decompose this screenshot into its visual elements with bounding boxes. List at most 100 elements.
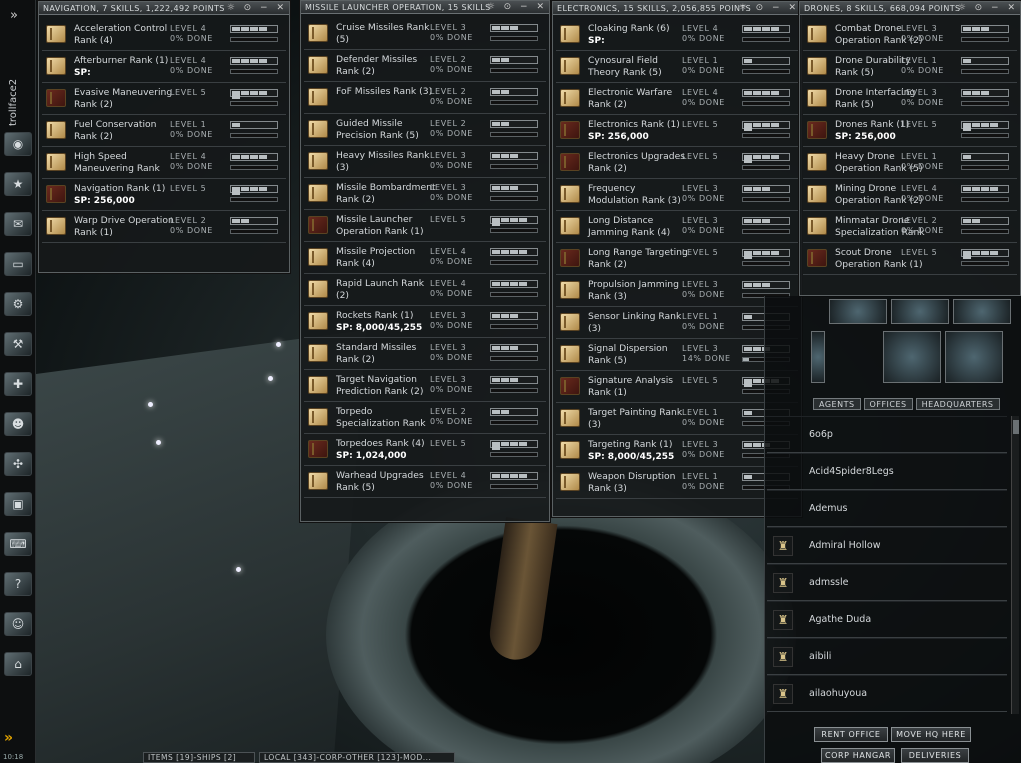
calculator-icon[interactable]: ⌨	[4, 532, 32, 556]
skill-row[interactable]: Targeting Rank (1) SP: 8,000/45,255 LEVEL …	[556, 435, 798, 467]
map-icon[interactable]: ✚	[4, 372, 32, 396]
skill-row[interactable]: Long Distance Jamming Rank (4) LEVEL 3 0% …	[556, 211, 798, 243]
skill-row[interactable]: Cloaking Rank (6) SP: LEVEL 4 0% DONE	[556, 19, 798, 51]
skill-row[interactable]: Heavy Missiles Rank (3) LEVEL 3 0% DONE	[304, 146, 546, 178]
skills-icon[interactable]: ✣	[4, 452, 32, 476]
menu-arrow-icon[interactable]: »	[4, 730, 13, 746]
service-button[interactable]	[811, 331, 825, 383]
skill-row[interactable]: Fuel Conservation Rank (2) LEVEL 1 0% DONE	[42, 115, 286, 147]
agent-list-item[interactable]: ♜ ailaohuyoua	[767, 675, 1007, 712]
skill-row[interactable]: Frequency Modulation Rank (3) LEVEL 3 0% D…	[556, 179, 798, 211]
skill-row[interactable]: Navigation Rank (1) SP: 256,000 LEVEL 5	[42, 179, 286, 211]
station-icon[interactable]: ⌂	[4, 652, 32, 676]
scrollbar-thumb[interactable]	[1013, 420, 1019, 434]
drones-skills-window[interactable]: DRONES, 8 SKILLS, 668,094 POINTS ☼ ⊙ − ✕ …	[799, 1, 1021, 296]
mail-icon[interactable]: ✉	[4, 212, 32, 236]
skill-row[interactable]: Rockets Rank (1) SP: 8,000/45,255 LEVEL 30…	[304, 306, 546, 338]
skill-row[interactable]: Signal Dispersion Rank (5) LEVEL 3 14% DON…	[556, 339, 798, 371]
items-tab[interactable]: ITEMS [19]-SHIPS [2]	[143, 752, 255, 763]
service-button[interactable]	[891, 299, 949, 324]
agent-icon[interactable]: ☺	[4, 612, 32, 636]
level-segment	[771, 187, 779, 191]
navigation-skills-window[interactable]: NAVIGATION, 7 SKILLS, 1,222,492 POINTS ☼ …	[38, 1, 290, 273]
move-hq-button[interactable]: MOVE HQ HERE	[891, 727, 971, 742]
skill-row[interactable]: Cruise Missiles Rank (5) LEVEL 3 0% DONE	[304, 18, 546, 50]
level-segment	[241, 155, 249, 159]
agent-list-item[interactable]: ♜ Admiral Hollow	[767, 527, 1007, 564]
agent-list-item[interactable]: ♜ aibili	[767, 638, 1007, 675]
skill-row[interactable]: Electronics Rank (1) SP: 256,000 LEVEL 5	[556, 115, 798, 147]
skill-row[interactable]: Combat Drone Operation Rank (2) LEVEL 3 0%…	[803, 19, 1017, 51]
skill-row[interactable]: Heavy Drone Operation Rank (5) LEVEL 1 0% …	[803, 147, 1017, 179]
help-icon[interactable]: ?	[4, 572, 32, 596]
skill-row[interactable]: Missile Projection Rank (4) LEVEL 4 0% DON…	[304, 242, 546, 274]
skill-row[interactable]: Scout Drone Operation Rank (1) LEVEL 5	[803, 243, 1017, 275]
rent-office-button[interactable]: RENT OFFICE	[814, 727, 888, 742]
skill-row[interactable]: Target Painting Rank (3) LEVEL 1 0% DONE	[556, 403, 798, 435]
skill-row[interactable]: Weapon Disruption Rank (3) LEVEL 1 0% DONE	[556, 467, 798, 499]
skill-row[interactable]: Rapid Launch Rank (2) LEVEL 4 0% DONE	[304, 274, 546, 306]
market-icon[interactable]: ⚙	[4, 292, 32, 316]
skill-row[interactable]: Cynosural Field Theory Rank (5) LEVEL 1 0%…	[556, 51, 798, 83]
deliveries-button[interactable]: DELIVERIES	[901, 748, 969, 763]
skill-row[interactable]: Afterburner Rank (1) SP: LEVEL 4 0% DONE	[42, 51, 286, 83]
skill-row[interactable]: Defender Missiles Rank (2) LEVEL 2 0% DONE	[304, 50, 546, 82]
character-name[interactable]: trollface2	[8, 79, 26, 126]
agent-list-item[interactable]: ♜ Agathe Duda	[767, 601, 1007, 638]
tab-agents[interactable]: AGENTS	[813, 398, 861, 410]
skill-row[interactable]: Long Range Targeting Rank (2) LEVEL 5	[556, 243, 798, 275]
skill-row[interactable]: Warp Drive Operation Rank (1) LEVEL 2 0% D…	[42, 211, 286, 243]
agent-list-item[interactable]: 6o6p	[767, 416, 1007, 453]
skill-row[interactable]: Torpedo Specialization Rank LEVEL 2 0% DON…	[304, 402, 546, 434]
skill-row[interactable]: Missile Bombardment Rank (2) LEVEL 3 0% DO…	[304, 178, 546, 210]
skill-row[interactable]: Electronic Warfare Rank (2) LEVEL 4 0% DON…	[556, 83, 798, 115]
skill-row[interactable]: Standard Missiles Rank (2) LEVEL 3 0% DONE	[304, 338, 546, 370]
level-segment	[963, 191, 971, 195]
skill-row[interactable]: Acceleration Control Rank (4) LEVEL 4 0% D…	[42, 19, 286, 51]
people-icon[interactable]: ☻	[4, 412, 32, 436]
eye-icon[interactable]: ◉	[4, 132, 32, 156]
skill-row[interactable]: Signature Analysis Rank (1) LEVEL 5	[556, 371, 798, 403]
agent-list-item[interactable]: Acid4Spider8Legs	[767, 453, 1007, 490]
cargo-icon[interactable]: ▣	[4, 492, 32, 516]
skill-name: Torpedo Specialization Rank	[336, 406, 436, 430]
notepad-icon[interactable]: ▭	[4, 252, 32, 276]
service-button[interactable]	[829, 299, 887, 324]
skill-row[interactable]: Evasive Maneuvering Rank (2) LEVEL 5	[42, 83, 286, 115]
window-controls[interactable]: ☼ ⊙ − ✕	[739, 2, 799, 14]
skill-row[interactable]: Guided Missile Precision Rank (5) LEVEL 2…	[304, 114, 546, 146]
skill-row[interactable]: Missile Launcher Operation Rank (1) LEVEL…	[304, 210, 546, 242]
missile-skills-window[interactable]: MISSILE LAUNCHER OPERATION, 15 SKILLS ☼ ⊙…	[300, 0, 550, 522]
station-light	[276, 342, 281, 347]
level-segment	[510, 282, 518, 286]
skill-row[interactable]: High Speed Maneuvering Rank LEVEL 4 0% DON…	[42, 147, 286, 179]
skill-row[interactable]: Torpedoes Rank (4) SP: 1,024,000 LEVEL 5	[304, 434, 546, 466]
skill-row[interactable]: Propulsion Jamming Rank (3) LEVEL 3 0% DON…	[556, 275, 798, 307]
window-controls[interactable]: ☼ ⊙ − ✕	[487, 1, 547, 13]
agent-list-item[interactable]: Ademus	[767, 490, 1007, 527]
tab-offices[interactable]: OFFICES	[863, 398, 913, 410]
local-chat-tab[interactable]: LOCAL [343]-CORP-OTHER [123]-MOD...	[259, 752, 455, 763]
skill-row[interactable]: Warhead Upgrades Rank (5) LEVEL 4 0% DONE	[304, 466, 546, 498]
star-icon[interactable]: ★	[4, 172, 32, 196]
fitting-icon[interactable]: ⚒	[4, 332, 32, 356]
window-controls[interactable]: ☼ ⊙ − ✕	[958, 2, 1018, 14]
window-controls[interactable]: ☼ ⊙ − ✕	[227, 2, 287, 14]
agent-list-item[interactable]: ♜ admssle	[767, 564, 1007, 601]
agent-list-scrollbar[interactable]	[1011, 416, 1019, 714]
expand-icon[interactable]: »	[10, 8, 18, 23]
skill-row[interactable]: Drones Rank (1) SP: 256,000 LEVEL 5	[803, 115, 1017, 147]
corp-hangar-button[interactable]: CORP HANGAR	[821, 748, 895, 763]
skill-row[interactable]: FoF Missiles Rank (3) LEVEL 2 0% DONE	[304, 82, 546, 114]
skill-row[interactable]: Sensor Linking Rank (3) LEVEL 1 0% DONE	[556, 307, 798, 339]
tab-headquarters[interactable]: HEADQUARTERS	[915, 398, 1000, 410]
agent-portrait-button[interactable]	[883, 331, 941, 383]
skill-row[interactable]: Minmatar Drone Specialization Rank LEVEL …	[803, 211, 1017, 243]
service-button[interactable]	[953, 299, 1011, 324]
skill-row[interactable]: Target Navigation Prediction Rank (2) LEV…	[304, 370, 546, 402]
ship-button[interactable]	[945, 331, 1003, 383]
skill-row[interactable]: Electronics Upgrades Rank (2) LEVEL 5	[556, 147, 798, 179]
skill-row[interactable]: Mining Drone Operation Rank (2) LEVEL 4 0%…	[803, 179, 1017, 211]
skill-row[interactable]: Drone Interfacing Rank (5) LEVEL 3 0% DONE	[803, 83, 1017, 115]
skill-row[interactable]: Drone Durability Rank (5) LEVEL 1 0% DONE	[803, 51, 1017, 83]
